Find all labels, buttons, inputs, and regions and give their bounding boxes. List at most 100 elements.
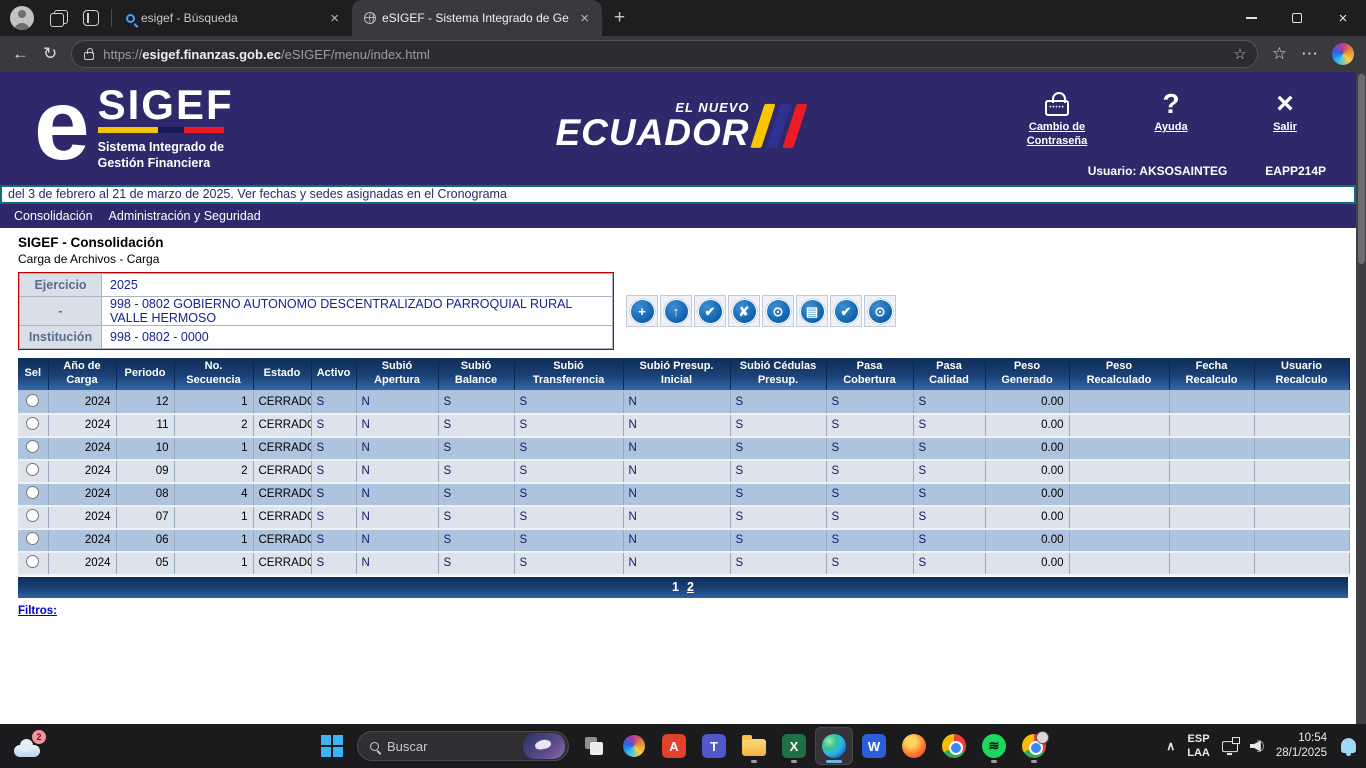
print-button[interactable]: ▤ <box>796 295 828 327</box>
settings-ellipsis-icon[interactable]: ⋯ <box>1301 44 1318 64</box>
table-cell: 1 <box>174 529 253 552</box>
edge-icon[interactable] <box>815 727 853 765</box>
notification-bell-icon[interactable] <box>1341 739 1356 754</box>
help-button[interactable]: ? Ayuda <box>1128 82 1214 149</box>
logout-button[interactable]: × Salir <box>1242 82 1328 149</box>
table-cell: S <box>438 483 514 506</box>
bookmark-star-icon[interactable]: ☆ <box>1233 45 1246 63</box>
column-header: Activo <box>311 358 356 391</box>
exit-icon: × <box>1276 91 1294 117</box>
select-cell <box>18 552 48 575</box>
help-icon: ? <box>1162 91 1179 116</box>
running-indicator <box>991 760 997 763</box>
table-cell: N <box>356 506 438 529</box>
start-button[interactable] <box>313 727 351 765</box>
search-placeholder: Buscar <box>387 739 515 754</box>
table-cell <box>1169 483 1254 506</box>
table-row: 2024092CERRADOSNSSNSSS0.00 <box>18 460 1349 483</box>
language-indicator[interactable]: ESPLAA <box>1187 732 1210 761</box>
teams-icon[interactable]: T <box>695 727 733 765</box>
tab-esigef-sistema[interactable]: eSIGEF - Sistema Integrado de Ge × <box>352 0 602 36</box>
taskbar-search[interactable]: Buscar <box>357 731 569 761</box>
validate-form-button[interactable]: ✔ <box>694 295 726 327</box>
row-select-radio[interactable] <box>26 394 39 407</box>
table-cell: S <box>438 506 514 529</box>
page-toolbar: +↑✔✘⊙▤✔⊙ <box>626 295 896 327</box>
page-number-current[interactable]: 1 <box>672 580 679 594</box>
table-cell: N <box>623 414 730 437</box>
maximize-button[interactable] <box>1274 0 1320 36</box>
favorites-bar-icon[interactable]: ☆ <box>1272 44 1287 64</box>
change-password-button[interactable]: ••••• Cambio de Contraseña <box>1014 82 1100 149</box>
network-icon[interactable] <box>1222 742 1238 753</box>
file-explorer-icon[interactable] <box>735 727 773 765</box>
table-cell: 2024 <box>48 483 116 506</box>
word-icon[interactable]: W <box>855 727 893 765</box>
page-scrollbar[interactable] <box>1356 72 1366 724</box>
row-select-radio[interactable] <box>26 463 39 476</box>
running-indicator <box>751 760 757 763</box>
filters-link[interactable]: Filtros: <box>18 605 57 617</box>
selection-form: Ejercicio 2025 - 998 - 0802 GOBIERNO AUT… <box>18 272 614 350</box>
table-cell: N <box>356 414 438 437</box>
workspaces-icon[interactable] <box>50 10 67 27</box>
logo-name: SIGEF <box>98 86 234 124</box>
table-cell <box>1254 460 1349 483</box>
table-cell: 0.00 <box>985 437 1069 460</box>
table-row: 2024051CERRADOSNSSNSSS0.00 <box>18 552 1349 575</box>
copilot-icon[interactable] <box>615 727 653 765</box>
back-icon[interactable]: ← <box>12 44 29 64</box>
delete-record-icon: ✘ <box>732 299 757 324</box>
tab-close-icon[interactable]: × <box>327 10 342 27</box>
row-select-radio[interactable] <box>26 440 39 453</box>
row-select-radio[interactable] <box>26 555 39 568</box>
close-window-button[interactable]: × <box>1320 0 1366 36</box>
row-select-radio[interactable] <box>26 486 39 499</box>
copilot-icon <box>623 735 645 757</box>
refresh-icon[interactable]: ↻ <box>43 44 57 64</box>
volume-control[interactable] <box>1250 740 1264 752</box>
menu-item-administracion[interactable]: Administración y Seguridad <box>109 209 261 223</box>
profile-avatar-icon[interactable] <box>10 6 34 30</box>
spotify-icon[interactable]: ≋ <box>975 727 1013 765</box>
minimize-button[interactable] <box>1228 0 1274 36</box>
page-number-link[interactable]: 2 <box>687 580 694 594</box>
chrome-icon[interactable] <box>935 727 973 765</box>
row-select-radio[interactable] <box>26 509 39 522</box>
delete-record-button[interactable]: ✘ <box>728 295 760 327</box>
validate-form-icon: ✔ <box>698 299 723 324</box>
table-cell: S <box>514 506 623 529</box>
table-cell <box>1069 529 1169 552</box>
scrollbar-thumb[interactable] <box>1358 74 1365 264</box>
firefox-icon[interactable] <box>895 727 933 765</box>
row-select-radio[interactable] <box>26 532 39 545</box>
table-cell: S <box>438 437 514 460</box>
tab-esigef-busqueda[interactable]: esigef - Búsqueda × <box>114 0 352 36</box>
preview-search-button[interactable]: ⊙ <box>762 295 794 327</box>
new-file-button[interactable]: + <box>626 295 658 327</box>
new-tab-button[interactable]: + <box>602 7 637 29</box>
table-cell: 0.00 <box>985 460 1069 483</box>
tab-close-icon[interactable]: × <box>577 10 592 27</box>
table-cell: S <box>730 552 826 575</box>
global-search-button[interactable]: ⊙ <box>864 295 896 327</box>
tab-actions-icon[interactable] <box>83 10 99 26</box>
adobe-acrobat-icon[interactable]: A <box>655 727 693 765</box>
task-view-icon[interactable] <box>575 727 613 765</box>
excel-icon[interactable]: X <box>775 727 813 765</box>
weather-widget[interactable]: 2 <box>12 730 48 762</box>
menu-item-consolidacion[interactable]: Consolidación <box>14 209 93 223</box>
table-cell: S <box>514 460 623 483</box>
table-cell: CERRADO <box>253 437 311 460</box>
address-bar[interactable]: https://esigef.finanzas.gob.ec/eSIGEF/me… <box>71 40 1258 68</box>
chrome-profile-icon[interactable] <box>1015 727 1053 765</box>
save-upload-button[interactable]: ↑ <box>660 295 692 327</box>
clock[interactable]: 10:5428/1/2025 <box>1276 731 1327 761</box>
tray-chevron-icon[interactable]: ∧ <box>1166 739 1175 753</box>
table-cell: 0.00 <box>985 506 1069 529</box>
page-title: SIGEF - Consolidación <box>18 235 1356 250</box>
copilot-icon[interactable] <box>1332 43 1354 65</box>
approve-check-button[interactable]: ✔ <box>830 295 862 327</box>
column-header: Peso Recalculado <box>1069 358 1169 391</box>
row-select-radio[interactable] <box>26 417 39 430</box>
